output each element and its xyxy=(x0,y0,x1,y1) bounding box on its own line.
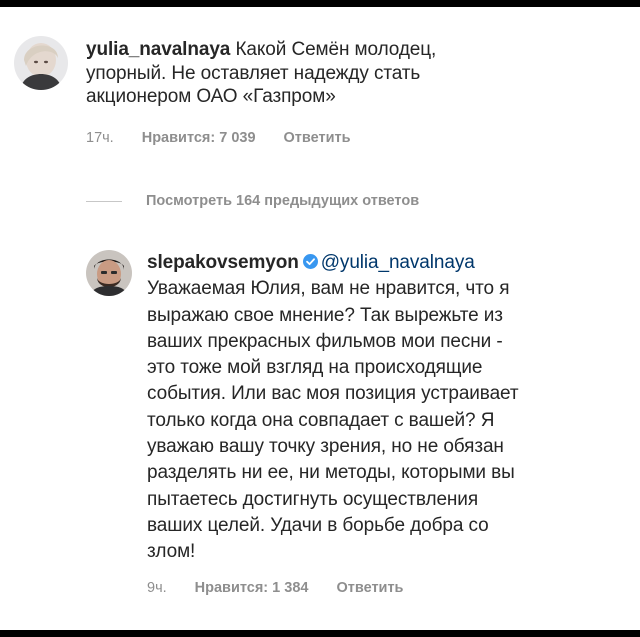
comment-slepakov-header: slepakovsemyon @yulia_navalnaya xyxy=(147,250,617,276)
comment-yulia-time: 17ч. xyxy=(86,130,114,146)
comment-slepakov-time: 9ч. xyxy=(147,580,167,596)
comment-slepakov-line-6: только когда она совпадает с вашей? Я xyxy=(147,409,495,431)
comment-slepakov-line-10: ваших целей. Удачи в борьбе добра со xyxy=(147,514,489,536)
comment-yulia-line-1: yulia_navalnaya Какой Семён молодец, xyxy=(86,38,616,62)
top-border xyxy=(0,0,640,7)
comment-yulia-text: yulia_navalnaya Какой Семён молодец, упо… xyxy=(86,38,616,109)
username-yulia[interactable]: yulia_navalnaya xyxy=(86,39,230,60)
comment-yulia-text-part-1: Какой Семён молодец, xyxy=(230,39,437,60)
bottom-border xyxy=(0,630,640,637)
avatar-yulia[interactable] xyxy=(14,36,68,90)
comment-slepakov-line-11: злом! xyxy=(147,541,196,563)
avatar-yulia-image xyxy=(14,36,68,90)
verified-badge-icon xyxy=(302,254,318,269)
view-previous-replies-button[interactable]: Посмотреть 164 предыдущих ответов xyxy=(86,193,419,209)
mention-yulia[interactable]: @yulia_navalnaya xyxy=(321,252,475,273)
avatar-slepakov-image xyxy=(86,250,132,296)
comment-slepakov-line-3: ваших прекрасных фильмов мои песни - xyxy=(147,330,503,352)
comment-slepakov-text: slepakovsemyon @yulia_navalnaya Уважаемая… xyxy=(147,250,617,566)
comment-slepakov-line-9: пытаетесь достигнуть осуществления xyxy=(147,488,479,510)
comment-slepakov-likes[interactable]: Нравится: 1 384 xyxy=(195,580,309,596)
username-slepakov[interactable]: slepakovsemyon xyxy=(147,252,299,273)
comment-yulia-line-3: акционером ОАО «Газпром» xyxy=(86,86,336,107)
comment-slepakov-line-1: Уважаемая Юлия, вам не нравится, что я xyxy=(147,278,510,300)
comment-slepakov-reply-button[interactable]: Ответить xyxy=(336,580,403,596)
comment-slepakov-line-7: уважаю вашу точку зрения, но не обязан xyxy=(147,436,504,458)
comment-yulia-reply-button[interactable]: Ответить xyxy=(284,130,351,146)
avatar-slepakov[interactable] xyxy=(86,250,132,296)
comment-slepakov-line-4: это тоже мой взгляд на происходящие xyxy=(147,357,483,379)
comment-slepakov-line-2: выражаю свое мнение? Так вырежьте из xyxy=(147,304,503,326)
comment-slepakov-meta: 9ч. Нравится: 1 384 Ответить xyxy=(147,580,403,596)
comment-yulia-likes[interactable]: Нравится: 7 039 xyxy=(142,130,256,146)
view-replies-divider xyxy=(86,200,122,202)
view-replies-label: Посмотреть 164 предыдущих ответов xyxy=(146,193,420,209)
comment-yulia-meta: 17ч. Нравится: 7 039 Ответить xyxy=(86,130,351,146)
comment-yulia-line-2: упорный. Не оставляет надежду стать xyxy=(86,62,421,84)
comment-slepakov-line-5: события. Или вас моя позиция устраивает xyxy=(147,383,519,405)
comment-slepakov-line-8: разделять ни ее, ни методы, которыми вы xyxy=(147,462,515,484)
